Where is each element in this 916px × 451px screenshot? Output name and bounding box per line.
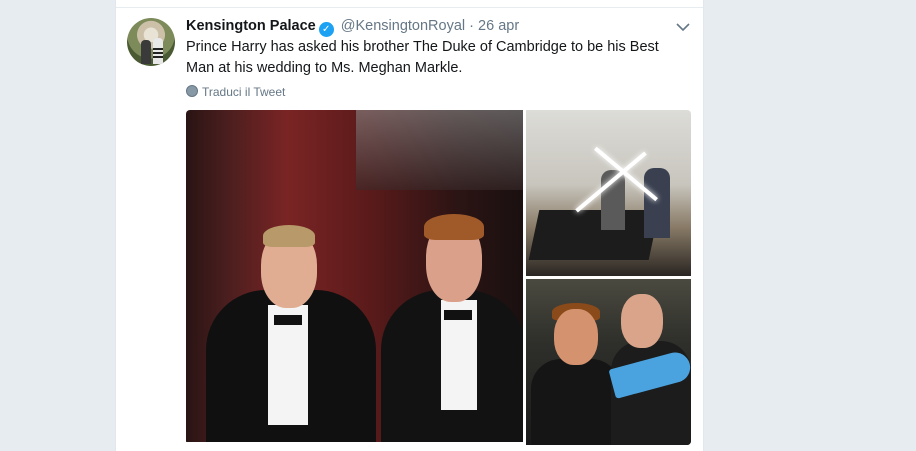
divider <box>116 7 703 8</box>
photo-detail <box>263 225 315 247</box>
chevron-down-icon[interactable] <box>675 19 691 35</box>
translate-label[interactable]: Traduci il Tweet <box>202 85 285 99</box>
avatar-figure <box>153 38 163 64</box>
tweet-date[interactable]: 26 apr <box>478 18 519 34</box>
tweet-text: Prince Harry has asked his brother The D… <box>186 39 659 76</box>
photo-detail <box>644 168 670 238</box>
author-handle[interactable]: @KensingtonRoyal <box>341 18 465 34</box>
translate-link[interactable]: Traduci il Tweet <box>186 84 285 100</box>
photo-top-right[interactable] <box>526 110 691 276</box>
photo-detail <box>274 315 302 325</box>
globe-icon <box>186 85 198 97</box>
verified-badge-icon: ✓ <box>318 22 334 37</box>
avatar-figure <box>141 40 151 64</box>
tweet-card[interactable]: Kensington Palace ✓ @KensingtonRoyal · 26… <box>115 0 704 451</box>
author-name[interactable]: Kensington Palace <box>186 18 316 34</box>
photo-detail <box>531 359 621 445</box>
photo-detail <box>621 294 663 348</box>
avatar[interactable] <box>127 18 175 66</box>
tweet-header: Kensington Palace ✓ @KensingtonRoyal · 26… <box>186 16 519 37</box>
separator: · <box>469 18 474 34</box>
photo-detail <box>444 310 472 320</box>
photo-detail <box>528 210 660 260</box>
avatar-detail <box>153 48 163 50</box>
photo-detail <box>356 110 523 190</box>
photo-bottom-right[interactable] <box>526 279 691 445</box>
photo-main[interactable] <box>186 110 523 442</box>
photo-detail <box>554 309 598 365</box>
photo-detail <box>424 214 484 240</box>
media-grid <box>186 110 691 445</box>
